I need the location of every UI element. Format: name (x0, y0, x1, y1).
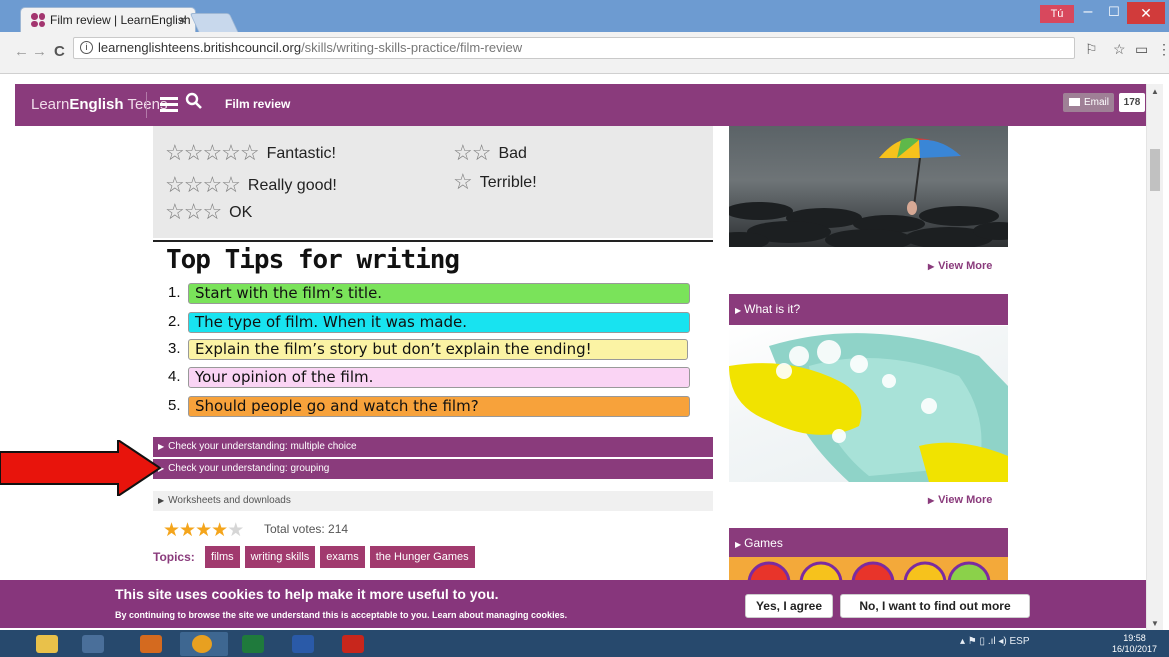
vote-star-icon[interactable]: ★ (195, 520, 212, 541)
rating-item: ☆☆☆☆☆ Fantastic! (165, 140, 336, 165)
tip-text: Explain the film’s story but don’t expla… (188, 339, 688, 360)
accept-cookies-button[interactable]: Yes, I agree (745, 594, 833, 618)
total-votes: Total votes: 214 (264, 522, 349, 536)
exercise-grouping-toggle[interactable]: ▶ Check your understanding: grouping (153, 459, 713, 479)
sponge-image[interactable] (729, 326, 1008, 482)
page-title: Film review (225, 97, 291, 111)
file-explorer-icon[interactable] (24, 632, 72, 656)
worksheets-toggle[interactable]: ▶ Worksheets and downloads (153, 491, 713, 511)
url-host: learnenglishteens.britishcouncil.org (98, 40, 302, 55)
topic-tag[interactable]: films (205, 546, 240, 568)
topic-tag[interactable]: writing skills (244, 546, 316, 568)
star-rating-icon: ☆☆☆☆☆ (165, 140, 260, 165)
vote-stars[interactable]: ★★★★★ (163, 519, 244, 542)
language-indicator[interactable]: ESP (1010, 636, 1030, 647)
url-path: /skills/writing-skills-practice/film-rev… (301, 40, 523, 55)
topics-label: Topics: (153, 550, 195, 564)
app-icon[interactable] (128, 632, 176, 656)
scroll-down-arrow-icon[interactable]: ▼ (1151, 619, 1159, 628)
header-divider (146, 92, 147, 118)
profile-button[interactable]: Tú (1040, 5, 1074, 23)
tip-text: The type of film. When it was made. (188, 312, 690, 333)
play-triangle-icon: ▶ (735, 540, 742, 549)
star-rating-icon: ☆☆☆ (165, 199, 222, 224)
vote-star-icon[interactable]: ★ (179, 520, 196, 541)
site-header: LearnEnglish Teens Film review Email 178 (15, 84, 1146, 126)
menu-dots-icon[interactable]: ⋮ (1157, 41, 1169, 58)
extension-icon[interactable]: ▭ (1135, 41, 1148, 58)
site-favicon-icon (31, 13, 45, 27)
cookie-title: This site uses cookies to help make it m… (115, 586, 499, 602)
vote-star-icon[interactable]: ★ (211, 520, 228, 541)
hamburger-menu-icon[interactable] (160, 97, 178, 112)
forward-arrow-icon[interactable]: → (32, 43, 47, 60)
minimize-button[interactable]: – (1075, 2, 1101, 24)
star-rating-icon: ☆☆ (453, 140, 491, 165)
play-triangle-icon: ▶ (928, 262, 935, 271)
games-header[interactable]: ▶ Games (729, 528, 1008, 559)
games-image[interactable] (729, 557, 1008, 580)
tray-icons[interactable]: ▴ ⚑ ▯ .ıl ◂) (960, 636, 1007, 647)
search-icon[interactable] (185, 92, 203, 115)
rating-item: ☆ Terrible! (453, 169, 537, 194)
scrollbar-thumb[interactable] (1150, 149, 1160, 191)
vote-star-icon[interactable]: ★ (163, 520, 180, 541)
topic-tag[interactable]: the Hunger Games (369, 546, 475, 568)
view-more-link[interactable]: ▶ View More (928, 494, 992, 506)
tips-heading: Top Tips for writing (166, 245, 460, 275)
scroll-up-arrow-icon[interactable]: ▲ (1151, 87, 1159, 96)
cookie-text: By continuing to browse the site we unde… (115, 610, 568, 620)
close-window-button[interactable]: ✕ (1127, 2, 1165, 24)
bookmark-star-icon[interactable]: ☆ (1113, 41, 1126, 58)
rating-item: ☆☆☆ OK (165, 199, 253, 224)
rating-guide: ☆☆☆☆☆ Fantastic! ☆☆☆☆ Really good! ☆☆☆ OK ☆… (153, 126, 713, 238)
acrobat-icon[interactable] (330, 632, 378, 656)
browser-toolbar: ← → C i learnenglishteens.britishcouncil.… (0, 32, 1169, 74)
envelope-icon (1069, 98, 1080, 106)
maximize-button[interactable]: ☐ (1101, 2, 1127, 24)
tab-title: Film review | LearnEnglish (50, 13, 191, 27)
back-arrow-icon[interactable]: ← (14, 43, 29, 60)
site-logo[interactable]: LearnEnglish Teens (31, 96, 167, 113)
browser-window: Film review | LearnEnglish × Tú – ☐ ✕ ← … (0, 0, 1169, 657)
email-share-button[interactable]: Email (1063, 93, 1114, 112)
exercise-multiple-choice-toggle[interactable]: ▶ Check your understanding: multiple choi… (153, 437, 713, 457)
translate-icon[interactable]: ⚐ (1085, 41, 1098, 58)
star-rating-icon: ☆ (453, 169, 473, 194)
tip-text: Should people go and watch the film? (188, 396, 690, 417)
topics-list: films writing skills exams the Hunger Ga… (205, 546, 475, 568)
cookie-more-info-button[interactable]: No, I want to find out more (840, 594, 1030, 618)
play-triangle-icon: ▶ (928, 496, 935, 505)
page-scrollbar[interactable]: ▲ ▼ (1146, 84, 1163, 630)
share-count-badge: 178 (1119, 93, 1145, 112)
address-bar[interactable]: i learnenglishteens.britishcouncil.org/sk… (73, 37, 1075, 59)
new-tab-button[interactable] (189, 13, 239, 32)
view-more-link[interactable]: ▶ View More (928, 260, 992, 272)
divider-line (153, 240, 713, 242)
star-rating-icon: ☆☆☆☆ (165, 172, 241, 197)
system-tray: ▴ ⚑ ▯ .ıl ◂) ESP (960, 636, 1030, 647)
tab-close-icon[interactable]: × (179, 13, 186, 27)
excel-icon[interactable] (230, 632, 278, 656)
app-icon[interactable] (70, 632, 118, 656)
rating-item: ☆☆ Bad (453, 140, 527, 165)
title-bar: Film review | LearnEnglish × Tú – ☐ ✕ (0, 0, 1169, 32)
rating-item: ☆☆☆☆ Really good! (165, 172, 337, 197)
play-triangle-icon: ▶ (735, 306, 742, 315)
site-info-icon[interactable]: i (80, 41, 93, 54)
umbrella-image[interactable] (729, 126, 1008, 247)
reload-icon[interactable]: C (54, 43, 65, 60)
what-is-it-header[interactable]: ▶ What is it? (729, 294, 1008, 325)
tip-text: Start with the film’s title. (188, 283, 690, 304)
tip-text: Your opinion of the film. (188, 367, 690, 388)
clock[interactable]: 19:58 16/10/2017 (1112, 633, 1157, 655)
browser-tab[interactable]: Film review | LearnEnglish × (20, 7, 196, 32)
expand-triangle-icon: ▶ (158, 496, 165, 505)
word-icon[interactable] (280, 632, 328, 656)
topic-tag[interactable]: exams (320, 546, 365, 568)
red-arrow-annotation (0, 440, 162, 496)
chrome-icon[interactable] (180, 632, 228, 656)
vote-star-icon[interactable]: ★ (227, 520, 244, 541)
